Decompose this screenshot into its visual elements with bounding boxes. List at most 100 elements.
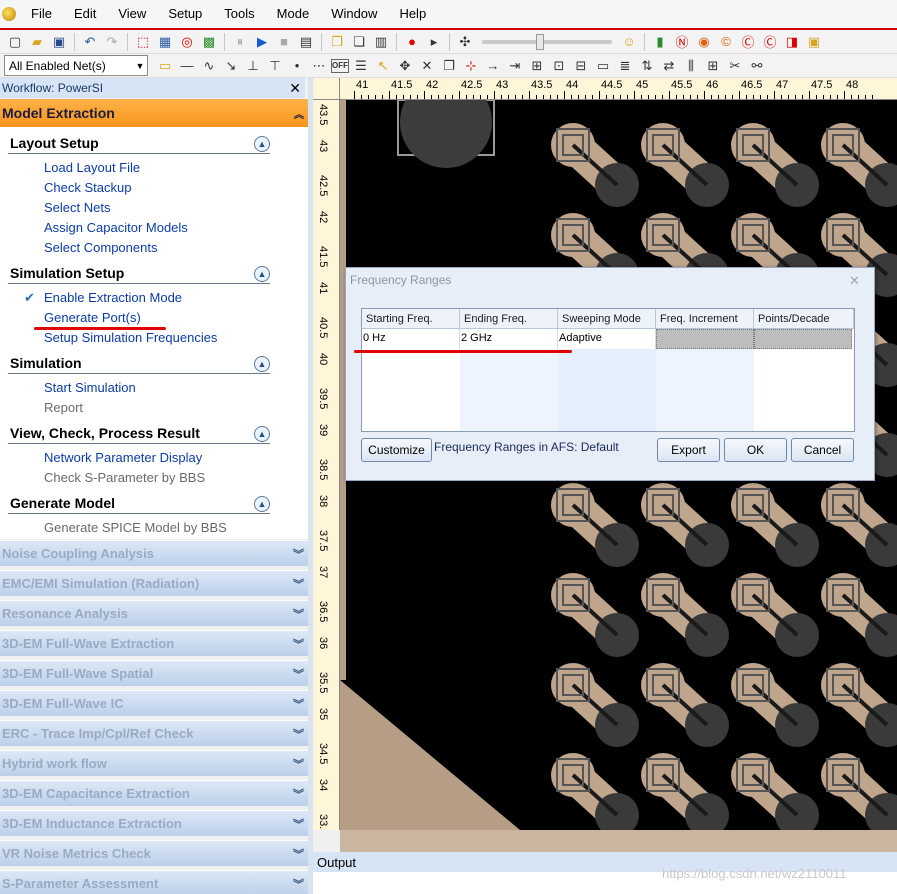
resistor-icon[interactable]: ▭ — [593, 56, 613, 76]
save-icon[interactable]: ▣ — [49, 32, 69, 52]
section-3dem-inductance[interactable]: 3D-EM Inductance Extraction ︾ — [0, 810, 308, 836]
step-icon[interactable]: ▸ — [424, 32, 444, 52]
stop-icon[interactable]: ■ — [274, 32, 294, 52]
item-start-simulation[interactable]: Start Simulation — [44, 380, 136, 395]
net-filter-select[interactable]: All Enabled Net(s) ▼ — [4, 55, 148, 76]
paste-icon[interactable]: ❏ — [349, 32, 369, 52]
orange-cap-icon[interactable]: © — [716, 32, 736, 52]
copy-icon[interactable]: ❐ — [439, 56, 459, 76]
menu-window[interactable]: Window — [320, 0, 388, 29]
cell-starting-freq[interactable]: 0 Hz — [362, 329, 460, 349]
orange-circle-icon[interactable]: ◉ — [694, 32, 714, 52]
column-header[interactable]: Freq. Increment — [656, 309, 754, 328]
layers-icon[interactable]: ▥ — [371, 32, 391, 52]
new-file-icon[interactable]: ▢ — [5, 32, 25, 52]
chevron-down-double-icon[interactable]: ︾ — [293, 756, 304, 772]
section-3dem-fullwave-ic[interactable]: 3D-EM Full-Wave IC ︾ — [0, 690, 308, 716]
route-icon[interactable]: ↘ — [221, 56, 241, 76]
net-icon[interactable]: ✣ — [455, 32, 475, 52]
delete-icon[interactable]: ✕ — [417, 56, 437, 76]
column-header[interactable]: Starting Freq. — [362, 309, 460, 328]
stackup-icon[interactable]: ▮ — [650, 32, 670, 52]
print-icon[interactable]: ▤ — [296, 32, 316, 52]
zoom-slider[interactable] — [482, 33, 612, 50]
menu-view[interactable]: View — [107, 0, 157, 29]
cell-sweeping-mode[interactable]: Adaptive — [558, 329, 656, 349]
grid-icon[interactable]: ⊞ — [703, 56, 723, 76]
item-enable-extraction-mode[interactable]: Enable Extraction Mode — [44, 290, 182, 305]
item-network-parameter-display[interactable]: Network Parameter Display — [44, 450, 202, 465]
scissors-icon[interactable]: ✂ — [725, 56, 745, 76]
trace-icon[interactable]: ∿ — [199, 56, 219, 76]
pins-icon[interactable]: ⫼ — [681, 56, 701, 76]
item-generate-ports[interactable]: Generate Port(s) — [44, 310, 141, 325]
open-folder-icon[interactable]: ▰ — [27, 32, 47, 52]
via-icon[interactable]: ⊥ — [243, 56, 263, 76]
draw-line-icon[interactable]: ▭ — [155, 56, 175, 76]
component-icon[interactable]: ◨ — [782, 32, 802, 52]
cell-ending-freq[interactable]: 2 GHz — [460, 329, 558, 349]
collapse-layout-setup-icon[interactable]: ▲ — [254, 136, 270, 152]
collapse-simulation-icon[interactable]: ▲ — [254, 356, 270, 372]
chevron-down-double-icon[interactable]: ︾ — [293, 546, 304, 562]
list-icon[interactable]: ☰ — [351, 56, 371, 76]
circle-icon[interactable]: ◎ — [177, 32, 197, 52]
copy-icon[interactable]: ❐ — [327, 32, 347, 52]
binoculars-icon[interactable]: ⚯ — [747, 56, 767, 76]
zoom-window-icon[interactable]: ▦ — [155, 32, 175, 52]
emoji-icon[interactable]: ☺ — [619, 32, 639, 52]
chevron-down-double-icon[interactable]: ︾ — [293, 816, 304, 832]
capacitor-icon[interactable]: ⊟ — [571, 56, 591, 76]
chevron-down-double-icon[interactable]: ︾ — [293, 606, 304, 622]
table-row[interactable]: 0 Hz 2 GHz Adaptive — [362, 329, 854, 349]
bus-icon[interactable]: ⋯ — [309, 56, 329, 76]
section-3dem-capacitance[interactable]: 3D-EM Capacitance Extraction ︾ — [0, 780, 308, 806]
pointer-icon[interactable]: ↖ — [373, 56, 393, 76]
chevron-down-double-icon[interactable]: ︾ — [293, 726, 304, 742]
pause-icon[interactable]: ⏸ — [230, 32, 250, 52]
customize-button[interactable]: Customize — [361, 438, 432, 462]
section-model-extraction[interactable]: Model Extraction ︽ — [0, 99, 308, 127]
section-vr-noise[interactable]: VR Noise Metrics Check ︾ — [0, 840, 308, 866]
ok-button[interactable]: OK — [724, 438, 787, 462]
menu-tools[interactable]: Tools — [213, 0, 265, 29]
select-box-icon[interactable]: ⬚ — [133, 32, 153, 52]
capacitor-c-icon[interactable]: Ⓒ — [738, 32, 758, 52]
item-check-stackup[interactable]: Check Stackup — [44, 180, 131, 195]
stack-icon[interactable]: ≣ — [615, 56, 635, 76]
capacitor-cc-icon[interactable]: Ⓒ — [760, 32, 780, 52]
menu-mode[interactable]: Mode — [266, 0, 321, 29]
zoom-slider-thumb[interactable] — [536, 33, 544, 50]
move-icon[interactable]: ✥ — [395, 56, 415, 76]
section-3dem-fullwave-extraction[interactable]: 3D-EM Full-Wave Extraction ︾ — [0, 630, 308, 656]
section-sparameter-assessment[interactable]: S-Parameter Assessment ︾ — [0, 870, 308, 894]
undo-icon[interactable]: ↶ — [80, 32, 100, 52]
collapse-view-check-icon[interactable]: ▲ — [254, 426, 270, 442]
move-right-icon[interactable]: ⇥ — [505, 56, 525, 76]
chevron-down-double-icon[interactable]: ︾ — [293, 786, 304, 802]
split-icon[interactable]: ⊞ — [527, 56, 547, 76]
flip-icon[interactable]: ⇅ — [637, 56, 657, 76]
cancel-button[interactable]: Cancel — [791, 438, 854, 462]
chevron-down-double-icon[interactable]: ︾ — [293, 576, 304, 592]
component-add-icon[interactable]: ⊡ — [549, 56, 569, 76]
section-erc[interactable]: ERC - Trace Imp/Cpl/Ref Check ︾ — [0, 720, 308, 746]
close-icon[interactable]: ✕ — [289, 80, 301, 97]
menu-setup[interactable]: Setup — [157, 0, 213, 29]
section-resonance[interactable]: Resonance Analysis ︾ — [0, 600, 308, 626]
item-load-layout-file[interactable]: Load Layout File — [44, 160, 140, 175]
export-button[interactable]: Export — [657, 438, 720, 462]
align-icon[interactable]: ⊹ — [461, 56, 481, 76]
chevron-up-double-icon[interactable]: ︽ — [294, 106, 304, 121]
column-header[interactable]: Ending Freq. — [460, 309, 558, 328]
menu-edit[interactable]: Edit — [63, 0, 107, 29]
play-icon[interactable]: ▶ — [252, 32, 272, 52]
image-icon[interactable]: ▩ — [199, 32, 219, 52]
item-select-components[interactable]: Select Components — [44, 240, 157, 255]
off-toggle-button[interactable]: OFF — [331, 58, 349, 73]
section-3dem-fullwave-spatial[interactable]: 3D-EM Full-Wave Spatial ︾ — [0, 660, 308, 686]
section-emc-emi[interactable]: EMC/EMI Simulation (Radiation) ︾ — [0, 570, 308, 596]
mirror-icon[interactable]: ⇄ — [659, 56, 679, 76]
probe-icon[interactable]: ⊤ — [265, 56, 285, 76]
dot-icon[interactable]: • — [287, 56, 307, 76]
